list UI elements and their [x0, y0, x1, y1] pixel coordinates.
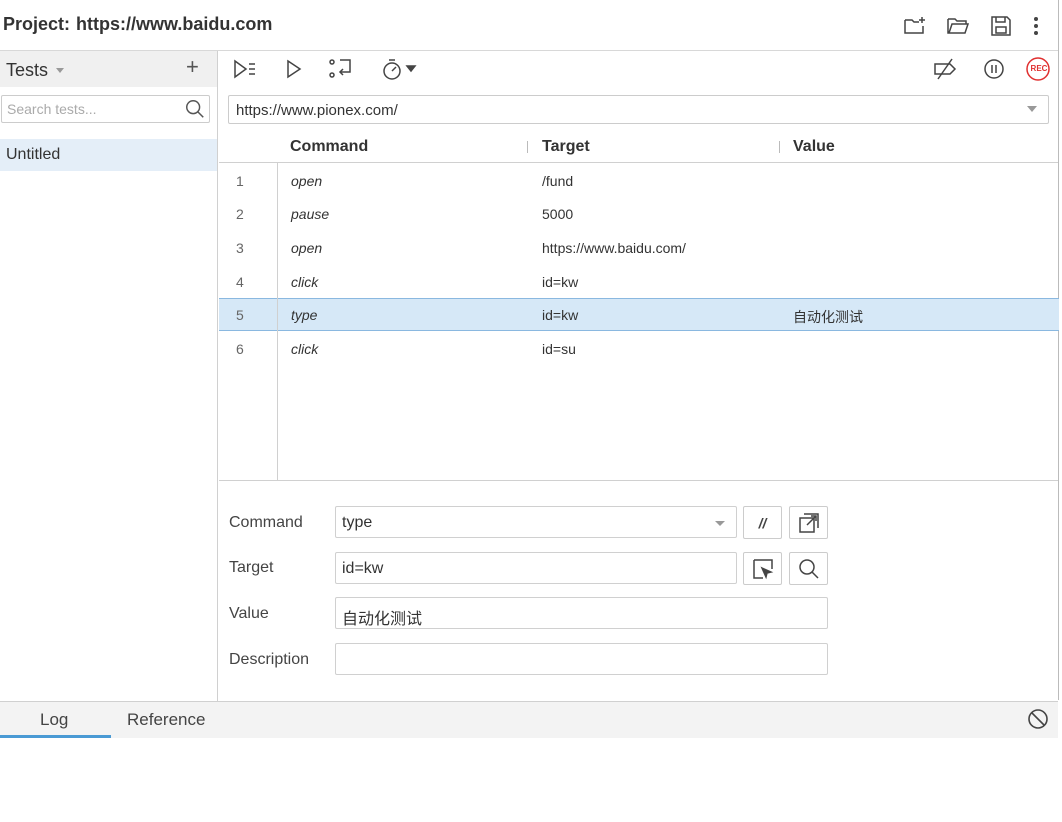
- project-label: Project:: [3, 14, 71, 34]
- comment-toggle-label: //: [758, 514, 767, 531]
- row-number: 5: [236, 307, 244, 323]
- disable-breakpoints-icon[interactable]: [932, 56, 960, 82]
- chevron-down-icon[interactable]: [1027, 106, 1037, 112]
- row-number: 2: [236, 206, 244, 222]
- new-folder-icon[interactable]: [903, 14, 927, 38]
- find-target-button[interactable]: [789, 552, 828, 585]
- row-command: type: [291, 307, 318, 323]
- row-command: open: [291, 173, 323, 189]
- row-number: 3: [236, 240, 244, 256]
- table-row-selected[interactable]: 5 type id=kw 自动化测试: [219, 298, 1059, 331]
- table-row[interactable]: 1 open /fund: [219, 164, 1059, 197]
- comment-toggle-button[interactable]: //: [743, 506, 782, 539]
- search-tests-box: [1, 95, 210, 123]
- chevron-down-icon[interactable]: [56, 68, 64, 73]
- search-tests-input[interactable]: [2, 96, 177, 122]
- base-url-value: https://www.pionex.com/: [236, 102, 398, 119]
- active-tab-indicator: [0, 735, 111, 738]
- value-input[interactable]: 自动化测试: [335, 597, 828, 629]
- value-label: Value: [229, 605, 269, 622]
- project-name[interactable]: https://www.baidu.com: [76, 14, 272, 35]
- row-command: pause: [291, 206, 330, 222]
- base-url-select[interactable]: https://www.pionex.com/: [228, 95, 1049, 124]
- column-header-target[interactable]: Target: [542, 138, 590, 156]
- row-target: id=su: [542, 341, 576, 357]
- table-divider: [219, 480, 1058, 481]
- table-row[interactable]: 4 click id=kw: [219, 265, 1059, 298]
- row-target: id=kw: [542, 274, 579, 290]
- test-item-label: Untitled: [6, 146, 61, 163]
- search-icon[interactable]: [184, 98, 206, 120]
- step-over-icon[interactable]: [327, 56, 355, 82]
- search-icon: [798, 558, 819, 579]
- speed-timer-icon[interactable]: [380, 56, 420, 82]
- row-target: 5000: [542, 206, 574, 222]
- save-icon[interactable]: [989, 14, 1013, 38]
- target-input[interactable]: id=kw: [335, 552, 737, 584]
- pause-icon[interactable]: [981, 56, 1009, 82]
- column-header-value[interactable]: Value: [793, 138, 835, 156]
- row-target: https://www.baidu.com/: [542, 240, 686, 256]
- tab-log[interactable]: Log: [40, 710, 68, 730]
- description-label: Description: [229, 651, 310, 668]
- tests-dropdown[interactable]: Tests: [6, 60, 48, 81]
- select-target-button[interactable]: [743, 552, 782, 585]
- open-in-new-icon: [798, 512, 819, 533]
- command-label: Command: [229, 514, 303, 531]
- select-target-icon: [752, 558, 773, 579]
- run-all-tests-icon[interactable]: [232, 56, 260, 82]
- table-row[interactable]: 3 open https://www.baidu.com/: [219, 231, 1059, 264]
- more-vertical-icon[interactable]: [1024, 14, 1044, 38]
- row-number-divider: [277, 163, 278, 480]
- record-label: REC: [1030, 64, 1048, 73]
- target-label: Target: [229, 559, 274, 576]
- row-number: 6: [236, 341, 244, 357]
- row-target: /fund: [542, 173, 574, 189]
- command-input-value: type: [342, 514, 373, 531]
- row-target: id=kw: [542, 307, 579, 323]
- target-input-value: id=kw: [342, 560, 384, 577]
- row-number: 1: [236, 173, 244, 189]
- value-input-value: 自动化测试: [342, 611, 423, 628]
- command-input[interactable]: type: [335, 506, 737, 538]
- test-item[interactable]: Untitled: [0, 139, 217, 171]
- open-reference-button[interactable]: [789, 506, 828, 539]
- column-resize-handle[interactable]: [527, 141, 528, 153]
- column-resize-handle[interactable]: [779, 141, 780, 153]
- clear-log-icon[interactable]: [1026, 707, 1050, 731]
- row-command: open: [291, 240, 323, 256]
- row-command: click: [291, 274, 319, 290]
- tab-reference[interactable]: Reference: [127, 710, 205, 730]
- column-header-command[interactable]: Command: [290, 138, 368, 156]
- row-number: 4: [236, 274, 244, 290]
- run-current-test-icon[interactable]: [281, 56, 309, 82]
- row-value: 自动化测试: [793, 309, 863, 325]
- open-folder-icon[interactable]: [946, 14, 970, 38]
- add-test-button[interactable]: +: [186, 54, 199, 80]
- table-row[interactable]: 6 click id=su: [219, 332, 1059, 365]
- table-row[interactable]: 2 pause 5000: [219, 197, 1059, 230]
- row-command: click: [291, 341, 319, 357]
- chevron-down-icon[interactable]: [715, 521, 725, 526]
- description-input[interactable]: [335, 643, 828, 675]
